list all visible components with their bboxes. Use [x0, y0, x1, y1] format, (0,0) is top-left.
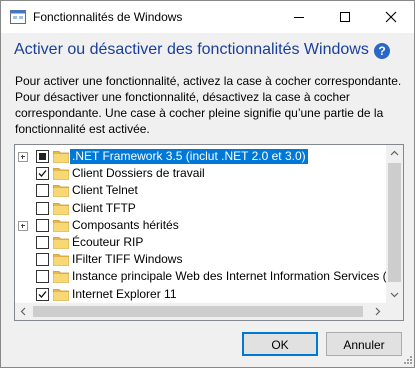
feature-checkbox[interactable]	[36, 150, 49, 163]
vertical-scrollbar[interactable]	[386, 145, 403, 303]
cancel-button[interactable]: Annuler	[326, 332, 402, 356]
expand-icon[interactable]	[18, 152, 28, 162]
feature-row[interactable]: Client TFTP	[15, 200, 386, 217]
feature-row[interactable]: Client Dossiers de travail	[15, 165, 386, 182]
maximize-button[interactable]	[322, 1, 368, 33]
feature-label: Client Telnet	[72, 183, 138, 198]
feature-label: Client TFTP	[72, 200, 136, 215]
feature-row[interactable]: Client Telnet	[15, 182, 386, 199]
folder-icon	[53, 202, 69, 215]
scroll-right-button[interactable]	[369, 303, 386, 320]
feature-label: Client Dossiers de travail	[72, 166, 205, 181]
page-title: Activer ou désactiver des fonctionnalité…	[14, 41, 369, 58]
window-title: Fonctionnalités de Windows	[33, 10, 183, 24]
folder-icon	[53, 168, 69, 181]
features-tree[interactable]: .NET Framework 3.5 (inclut .NET 2.0 et 3…	[14, 144, 404, 321]
scroll-up-button[interactable]	[386, 145, 403, 162]
feature-checkbox[interactable]	[36, 270, 49, 284]
horizontal-scroll-thumb[interactable]	[33, 306, 363, 317]
folder-icon	[53, 185, 69, 198]
horizontal-scrollbar[interactable]	[15, 303, 386, 320]
expand-icon[interactable]	[18, 220, 28, 231]
instructions-line: Pour activer une fonctionnalité, activez…	[15, 74, 402, 88]
title-bar[interactable]: Fonctionnalités de Windows	[1, 1, 414, 33]
vertical-scroll-thumb[interactable]	[388, 163, 401, 282]
feature-row[interactable]: Instance principale Web des Internet Inf…	[15, 268, 401, 285]
feature-label: Instance principale Web des Internet Inf…	[72, 269, 402, 284]
folder-icon	[53, 288, 69, 301]
feature-row[interactable]: Composants hérités	[15, 217, 386, 234]
feature-checkbox[interactable]	[36, 201, 49, 215]
feature-label: .NET Framework 3.5 (inclut .NET 2.0 et 3…	[70, 149, 308, 164]
maximize-icon	[340, 12, 350, 22]
instructions-line: Pour désactiver une fonctionnalité, désa…	[15, 90, 350, 104]
window: Fonctionnalités de Windows Activer ou dé…	[0, 0, 415, 368]
feature-row[interactable]: Internet Explorer 11	[15, 286, 386, 303]
scroll-down-button[interactable]	[386, 286, 403, 303]
chevron-up-icon	[390, 150, 399, 156]
feature-label: Composants hérités	[72, 217, 179, 232]
windows-features-app-icon	[10, 10, 26, 24]
help-icon[interactable]: ?	[374, 43, 390, 59]
dialog-body: Activer ou désactiver des fonctionnalité…	[1, 33, 414, 367]
feature-checkbox[interactable]	[36, 236, 49, 249]
scrollbar-corner	[386, 303, 403, 320]
chevron-down-icon	[390, 292, 399, 298]
feature-checkbox[interactable]	[36, 287, 49, 301]
feature-label: IFilter TIFF Windows	[72, 252, 183, 267]
feature-row[interactable]: .NET Framework 3.5 (inclut .NET 2.0 et 3…	[15, 148, 386, 165]
feature-checkbox[interactable]	[36, 218, 49, 232]
feature-checkbox[interactable]	[36, 184, 49, 198]
close-button[interactable]	[368, 1, 414, 33]
feature-row[interactable]: Écouteur RIP	[15, 234, 386, 251]
folder-icon	[53, 254, 69, 267]
folder-icon	[53, 271, 69, 284]
feature-checkbox[interactable]	[36, 167, 49, 181]
scroll-left-button[interactable]	[15, 303, 32, 320]
ok-button[interactable]: OK	[242, 332, 318, 356]
feature-label: Internet Explorer 11	[72, 286, 177, 301]
instructions-line: fonctionnalité est activée.	[15, 122, 150, 136]
minimize-button[interactable]	[276, 1, 322, 33]
checkmark-icon	[38, 170, 47, 178]
folder-icon	[53, 219, 69, 232]
checkmark-icon	[38, 290, 47, 298]
close-icon	[385, 11, 397, 23]
feature-label: Écouteur RIP	[72, 235, 144, 249]
instructions-text: Pour activer une fonctionnalité, activez…	[15, 73, 407, 137]
feature-checkbox[interactable]	[36, 253, 49, 267]
folder-icon	[53, 151, 69, 163]
minimize-icon	[294, 17, 304, 18]
resize-grip-icon[interactable]	[404, 356, 413, 365]
instructions-line: correspondante. Une case à cocher pleine…	[15, 106, 384, 120]
feature-row[interactable]: IFilter TIFF Windows	[15, 251, 386, 268]
folder-icon	[53, 237, 69, 249]
